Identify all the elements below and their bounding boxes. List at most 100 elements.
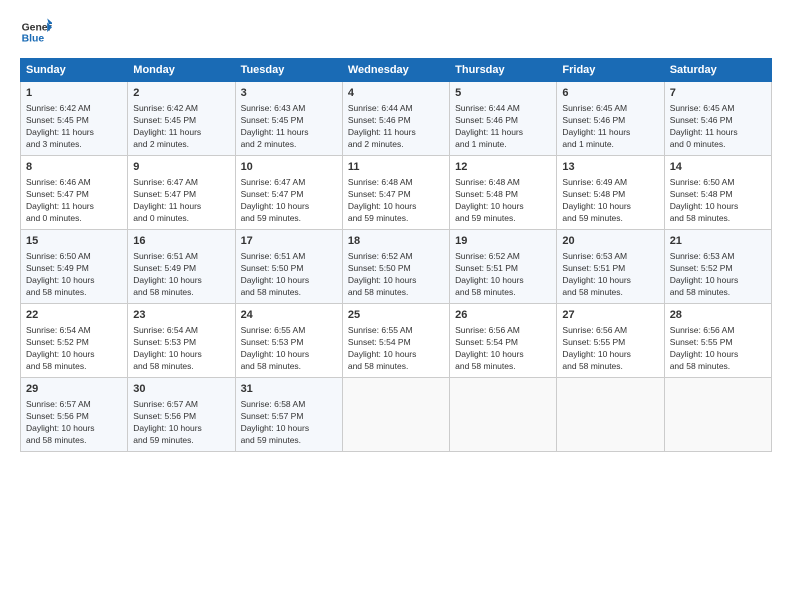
cell-text: Sunrise: 6:50 AMSunset: 5:49 PMDaylight:… [26,251,122,299]
cell-text: Sunrise: 6:50 AMSunset: 5:48 PMDaylight:… [670,177,766,225]
col-header-friday: Friday [557,59,664,82]
calendar-cell: 17 Sunrise: 6:51 AMSunset: 5:50 PMDayligh… [235,229,342,303]
calendar-cell: 18 Sunrise: 6:52 AMSunset: 5:50 PMDayligh… [342,229,449,303]
day-number: 31 [241,382,337,397]
calendar-cell: 21 Sunrise: 6:53 AMSunset: 5:52 PMDayligh… [664,229,771,303]
calendar-cell [342,377,449,451]
calendar-cell: 26Sunrise: 6:56 AMSunset: 5:54 PMDayligh… [450,303,557,377]
day-number: 19 [455,234,551,249]
calendar-cell: 15 Sunrise: 6:50 AMSunset: 5:49 PMDayligh… [21,229,128,303]
logo-icon: General Blue [20,16,52,48]
day-number: 22 [26,308,122,323]
day-number: 1 [26,86,122,101]
day-number: 15 [26,234,122,249]
calendar-cell: 8 Sunrise: 6:46 AMSunset: 5:47 PMDaylight… [21,155,128,229]
day-number: 12 [455,160,551,175]
calendar-cell: 10 Sunrise: 6:47 AMSunset: 5:47 PMDayligh… [235,155,342,229]
calendar-cell: 20 Sunrise: 6:53 AMSunset: 5:51 PMDayligh… [557,229,664,303]
day-number: 20 [562,234,658,249]
col-header-tuesday: Tuesday [235,59,342,82]
cell-text: Sunrise: 6:55 AMSunset: 5:54 PMDaylight:… [348,325,444,373]
cell-text: Sunrise: 6:56 AMSunset: 5:54 PMDaylight:… [455,325,551,373]
cell-text: Sunrise: 6:44 AMSunset: 5:46 PMDaylight:… [348,103,444,151]
day-number: 2 [133,86,229,101]
day-number: 29 [26,382,122,397]
day-number: 23 [133,308,229,323]
cell-text: Sunrise: 6:43 AMSunset: 5:45 PMDaylight:… [241,103,337,151]
cell-text: Sunrise: 6:49 AMSunset: 5:48 PMDaylight:… [562,177,658,225]
day-number: 17 [241,234,337,249]
calendar-cell: 4 Sunrise: 6:44 AMSunset: 5:46 PMDaylight… [342,82,449,156]
cell-text: Sunrise: 6:44 AMSunset: 5:46 PMDaylight:… [455,103,551,151]
calendar-cell [664,377,771,451]
cell-text: Sunrise: 6:54 AMSunset: 5:52 PMDaylight:… [26,325,122,373]
calendar-row-3: 22 Sunrise: 6:54 AMSunset: 5:52 PMDayligh… [21,303,772,377]
calendar-cell: 31 Sunrise: 6:58 AMSunset: 5:57 PMDayligh… [235,377,342,451]
calendar-row-1: 8 Sunrise: 6:46 AMSunset: 5:47 PMDaylight… [21,155,772,229]
cell-text: Sunrise: 6:51 AMSunset: 5:50 PMDaylight:… [241,251,337,299]
cell-text: Sunrise: 6:42 AMSunset: 5:45 PMDaylight:… [133,103,229,151]
calendar-cell [557,377,664,451]
cell-text: Sunrise: 6:47 AMSunset: 5:47 PMDaylight:… [241,177,337,225]
day-number: 27 [562,308,658,323]
cell-text: Sunrise: 6:57 AMSunset: 5:56 PMDaylight:… [133,399,229,447]
cell-text: Sunrise: 6:53 AMSunset: 5:52 PMDaylight:… [670,251,766,299]
day-number: 13 [562,160,658,175]
day-number: 25 [348,308,444,323]
calendar-table: SundayMondayTuesdayWednesdayThursdayFrid… [20,58,772,452]
cell-text: Sunrise: 6:48 AMSunset: 5:47 PMDaylight:… [348,177,444,225]
cell-text: Sunrise: 6:52 AMSunset: 5:50 PMDaylight:… [348,251,444,299]
calendar-cell: 12 Sunrise: 6:48 AMSunset: 5:48 PMDayligh… [450,155,557,229]
calendar-row-4: 29 Sunrise: 6:57 AMSunset: 5:56 PMDayligh… [21,377,772,451]
calendar-cell: 25 Sunrise: 6:55 AMSunset: 5:54 PMDayligh… [342,303,449,377]
day-number: 8 [26,160,122,175]
col-header-sunday: Sunday [21,59,128,82]
cell-text: Sunrise: 6:47 AMSunset: 5:47 PMDaylight:… [133,177,229,225]
calendar-cell: 5Sunrise: 6:44 AMSunset: 5:46 PMDaylight… [450,82,557,156]
day-number: 24 [241,308,337,323]
calendar-cell [450,377,557,451]
calendar-cell: 28Sunrise: 6:56 AMSunset: 5:55 PMDayligh… [664,303,771,377]
day-number: 7 [670,86,766,101]
cell-text: Sunrise: 6:46 AMSunset: 5:47 PMDaylight:… [26,177,122,225]
cell-text: Sunrise: 6:54 AMSunset: 5:53 PMDaylight:… [133,325,229,373]
day-number: 16 [133,234,229,249]
calendar-cell: 22 Sunrise: 6:54 AMSunset: 5:52 PMDayligh… [21,303,128,377]
calendar-cell: 14 Sunrise: 6:50 AMSunset: 5:48 PMDayligh… [664,155,771,229]
day-number: 21 [670,234,766,249]
calendar-cell: 16 Sunrise: 6:51 AMSunset: 5:49 PMDayligh… [128,229,235,303]
day-number: 18 [348,234,444,249]
col-header-monday: Monday [128,59,235,82]
cell-text: Sunrise: 6:45 AMSunset: 5:46 PMDaylight:… [670,103,766,151]
cell-text: Sunrise: 6:57 AMSunset: 5:56 PMDaylight:… [26,399,122,447]
calendar-cell: 23 Sunrise: 6:54 AMSunset: 5:53 PMDayligh… [128,303,235,377]
cell-text: Sunrise: 6:51 AMSunset: 5:49 PMDaylight:… [133,251,229,299]
calendar-cell: 13 Sunrise: 6:49 AMSunset: 5:48 PMDayligh… [557,155,664,229]
cell-text: Sunrise: 6:53 AMSunset: 5:51 PMDaylight:… [562,251,658,299]
cell-text: Sunrise: 6:52 AMSunset: 5:51 PMDaylight:… [455,251,551,299]
day-number: 10 [241,160,337,175]
day-number: 28 [670,308,766,323]
cell-text: Sunrise: 6:42 AMSunset: 5:45 PMDaylight:… [26,103,122,151]
calendar-cell: 27Sunrise: 6:56 AMSunset: 5:55 PMDayligh… [557,303,664,377]
day-number: 14 [670,160,766,175]
calendar-cell: 11Sunrise: 6:48 AMSunset: 5:47 PMDayligh… [342,155,449,229]
cell-text: Sunrise: 6:58 AMSunset: 5:57 PMDaylight:… [241,399,337,447]
calendar-cell: 29 Sunrise: 6:57 AMSunset: 5:56 PMDayligh… [21,377,128,451]
col-header-thursday: Thursday [450,59,557,82]
cell-text: Sunrise: 6:48 AMSunset: 5:48 PMDaylight:… [455,177,551,225]
calendar-cell: 19 Sunrise: 6:52 AMSunset: 5:51 PMDayligh… [450,229,557,303]
day-number: 6 [562,86,658,101]
calendar-cell: 24 Sunrise: 6:55 AMSunset: 5:53 PMDayligh… [235,303,342,377]
calendar-row-0: 1 Sunrise: 6:42 AMSunset: 5:45 PMDaylight… [21,82,772,156]
calendar-cell: 2 Sunrise: 6:42 AMSunset: 5:45 PMDaylight… [128,82,235,156]
svg-text:Blue: Blue [22,34,45,45]
day-number: 4 [348,86,444,101]
page: General Blue SundayMondayTuesdayWednesda… [0,0,792,612]
cell-text: Sunrise: 6:45 AMSunset: 5:46 PMDaylight:… [562,103,658,151]
calendar-cell: 3Sunrise: 6:43 AMSunset: 5:45 PMDaylight… [235,82,342,156]
calendar-cell: 7 Sunrise: 6:45 AMSunset: 5:46 PMDaylight… [664,82,771,156]
calendar-row-2: 15 Sunrise: 6:50 AMSunset: 5:49 PMDayligh… [21,229,772,303]
cell-text: Sunrise: 6:55 AMSunset: 5:53 PMDaylight:… [241,325,337,373]
logo: General Blue [20,16,56,48]
